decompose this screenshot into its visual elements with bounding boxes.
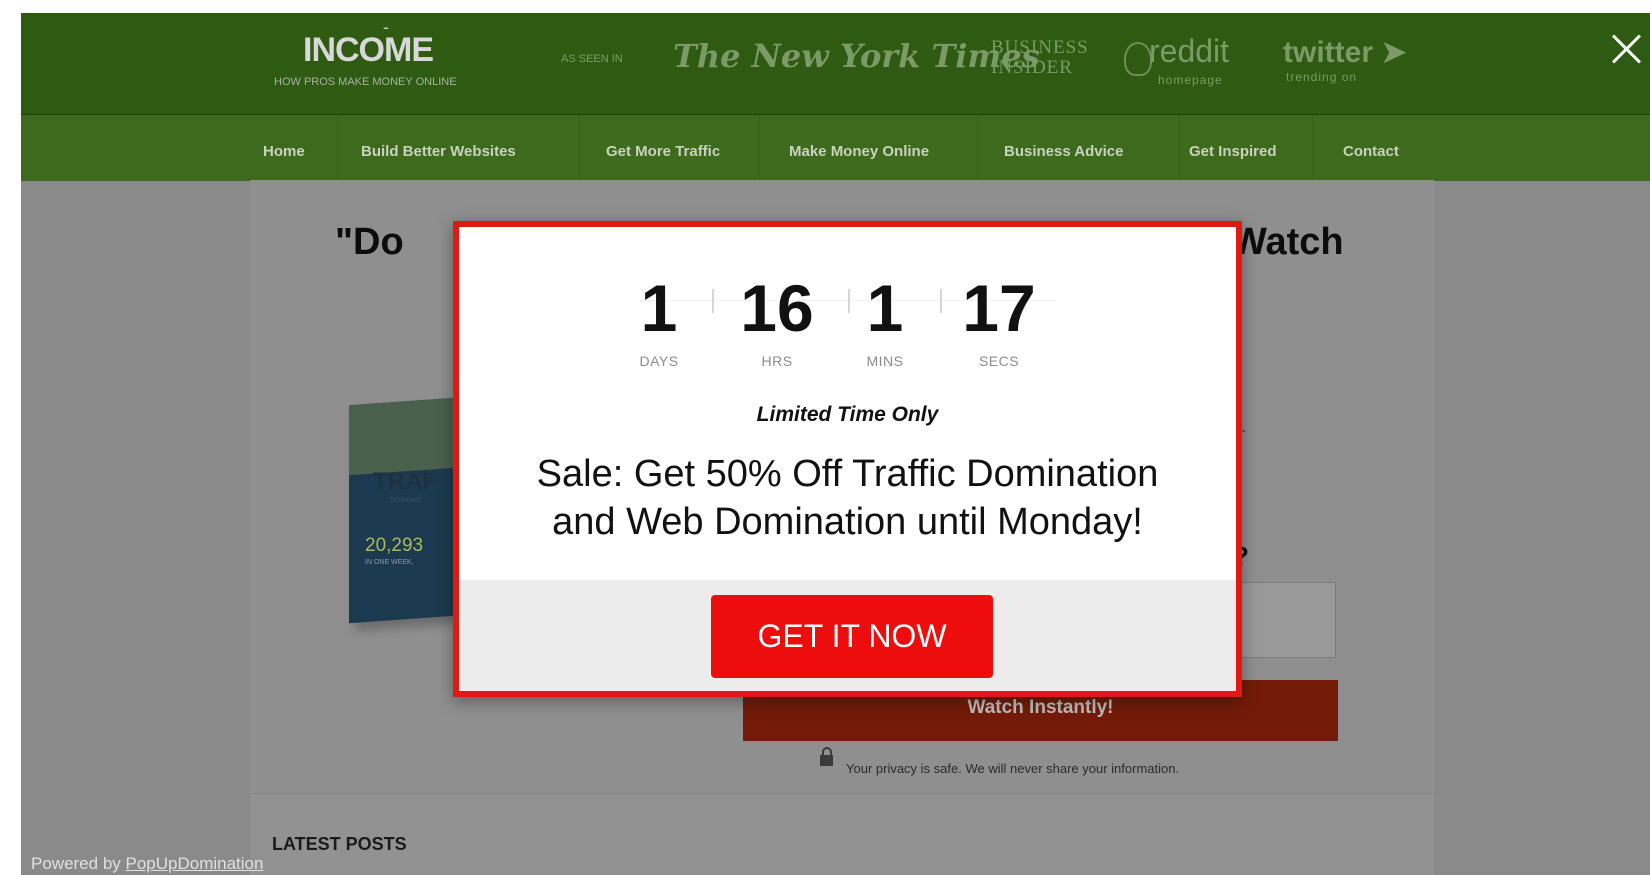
privacy-note: Your privacy is safe. We will never shar… <box>846 761 1180 776</box>
business-insider-line1: BUSINESS <box>991 37 1089 58</box>
lock-icon <box>820 747 833 766</box>
nav-divider <box>759 115 760 179</box>
sale-line-1: Sale: Get 50% Off Traffic Domination <box>536 453 1159 495</box>
countdown-separator <box>712 289 714 313</box>
logo-tagline: HOW PROS MAKE MONEY ONLINE <box>274 76 457 88</box>
nav-divider <box>579 115 580 179</box>
get-it-now-button[interactable]: GET IT NOW <box>711 595 993 678</box>
countdown-seconds-label: SECS <box>978 353 1020 369</box>
nav-item-build-better-websites[interactable]: Build Better Websites <box>361 143 516 160</box>
reddit-subtitle: homepage <box>1158 73 1223 87</box>
nav-divider <box>1179 115 1180 179</box>
twitter-wordmark: twitter <box>1283 36 1373 69</box>
twitter-subtitle: trending on <box>1286 70 1358 84</box>
limited-time-label: Limited Time Only <box>756 403 939 426</box>
countdown-separator <box>848 289 850 313</box>
book-chart-graphic <box>349 396 469 476</box>
book-subtitle: DOMINAT <box>390 497 422 504</box>
nav-divider <box>977 115 978 179</box>
book-caption: IN ONE WEEK, <box>365 559 414 566</box>
powered-by: Powered by PopUpDomination <box>31 854 263 874</box>
countdown-minutes-label: MINS <box>866 353 904 369</box>
countdown-minutes: 1 <box>866 271 904 345</box>
nav-item-get-inspired[interactable]: Get Inspired <box>1189 143 1277 160</box>
reddit-logo: reddit <box>1149 33 1230 69</box>
business-insider-line2: INSIDER <box>991 57 1073 78</box>
sale-line-2: and Web Domination until Monday! <box>552 501 1143 543</box>
countdown-days: 1 <box>640 271 678 345</box>
book-title: TRAF <box>373 468 437 495</box>
as-seen-in-label: AS SEEN IN <box>561 53 623 65</box>
latest-posts-heading: LATEST POSTS <box>272 834 407 854</box>
nav-divider <box>1312 115 1313 179</box>
promo-popup: 1 16 1 17 DAYS HRS MINS SECS Limited Tim… <box>453 221 1242 697</box>
twitter-bird-icon: ➤ <box>1373 36 1407 69</box>
close-icon[interactable] <box>1605 28 1649 72</box>
book-number: 20,293 <box>365 535 424 556</box>
screen-frame: INCOME HOW PROS MAKE MONEY ONLINE AS SEE… <box>21 13 1650 875</box>
nav-item-make-money-online[interactable]: Make Money Online <box>789 143 929 160</box>
countdown-days-label: DAYS <box>639 353 679 369</box>
nav-item-home[interactable]: Home <box>263 143 305 160</box>
business-insider-logo: BUSINESS INSIDER <box>991 38 1089 78</box>
nav-item-business-advice[interactable]: Business Advice <box>1004 143 1124 160</box>
nav-divider <box>337 115 338 179</box>
countdown-hours: 16 <box>740 271 814 345</box>
latest-posts-panel <box>250 793 1434 875</box>
countdown-hours-label: HRS <box>761 353 793 369</box>
powered-by-prefix: Powered by <box>31 854 126 873</box>
powered-by-link[interactable]: PopUpDomination <box>126 854 264 873</box>
countdown-seconds: 17 <box>962 271 1036 345</box>
nav-item-contact[interactable]: Contact <box>1343 143 1399 160</box>
site-logo[interactable]: INCOME <box>303 31 434 70</box>
page-heading-start: "Do <box>335 221 404 263</box>
page-heading-end: Watch <box>1231 221 1344 263</box>
countdown-separator <box>940 289 942 313</box>
nyt-logo: The New York Times <box>673 37 1040 75</box>
nav-item-get-more-traffic[interactable]: Get More Traffic <box>606 143 720 160</box>
reddit-alien-icon <box>1124 42 1152 76</box>
product-book-image <box>349 396 469 624</box>
sale-message: Sale: Get 50% Off Traffic Domination and… <box>499 450 1196 546</box>
twitter-logo: twitter ➤ <box>1283 35 1406 70</box>
